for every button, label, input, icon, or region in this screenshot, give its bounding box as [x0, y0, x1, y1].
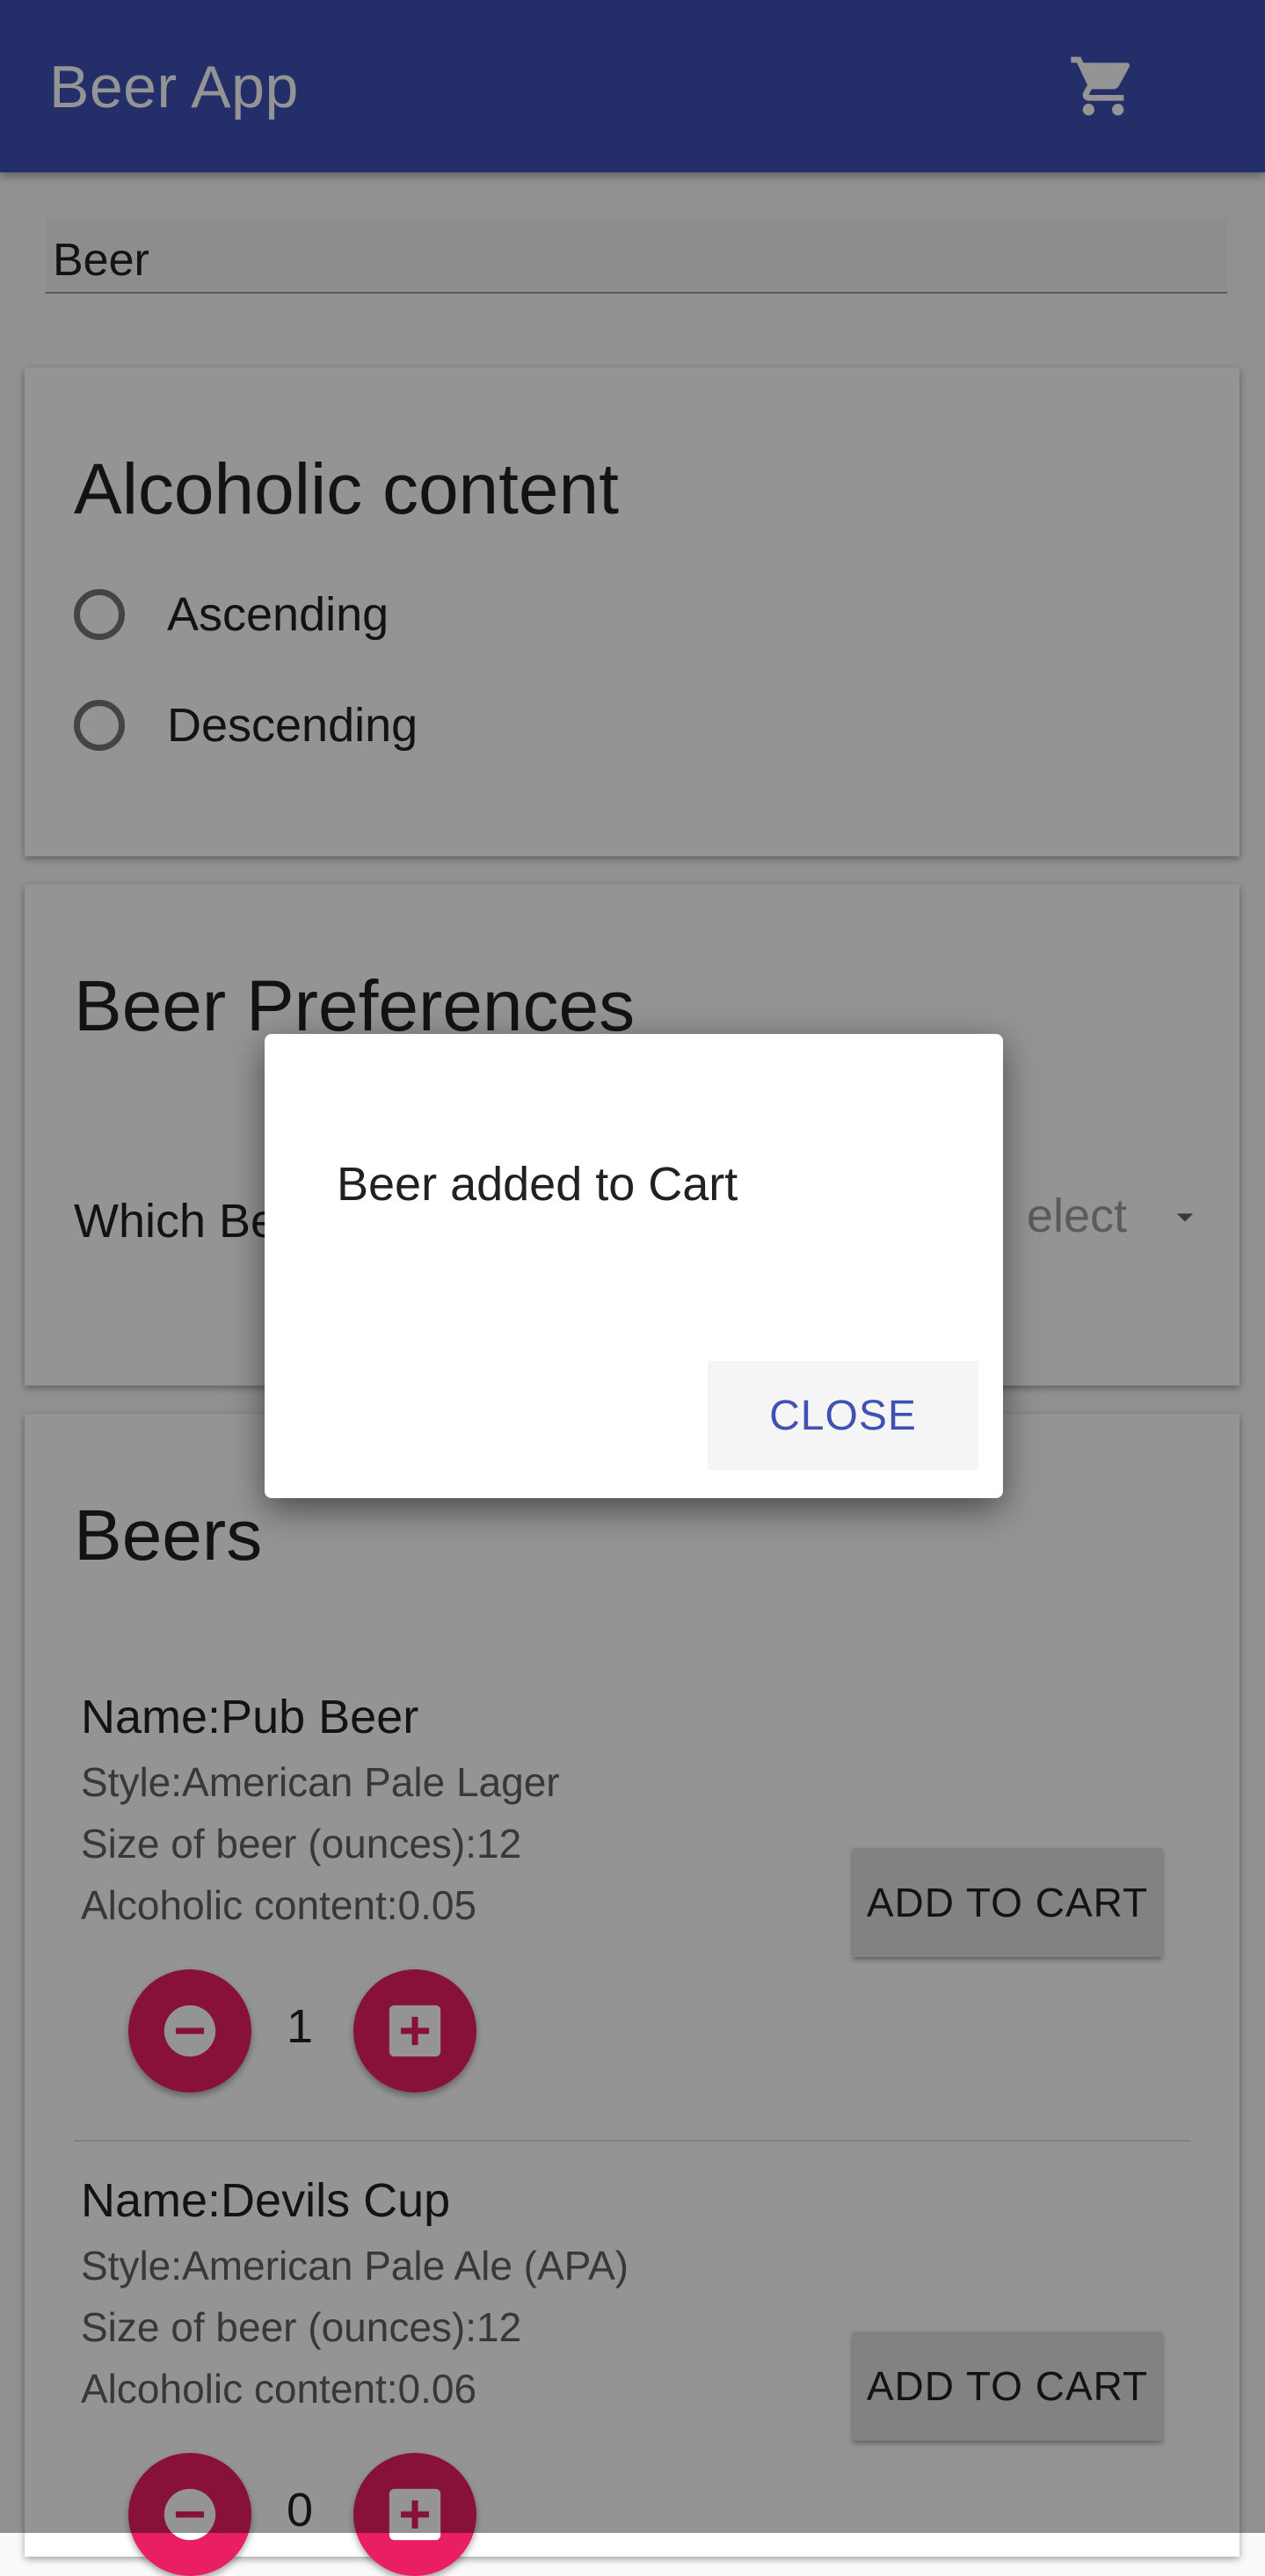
- close-button[interactable]: CLOSE: [708, 1361, 978, 1470]
- alert-dialog: Beer added to Cart CLOSE: [265, 1034, 1003, 1498]
- dialog-message: Beer added to Cart: [337, 1158, 738, 1211]
